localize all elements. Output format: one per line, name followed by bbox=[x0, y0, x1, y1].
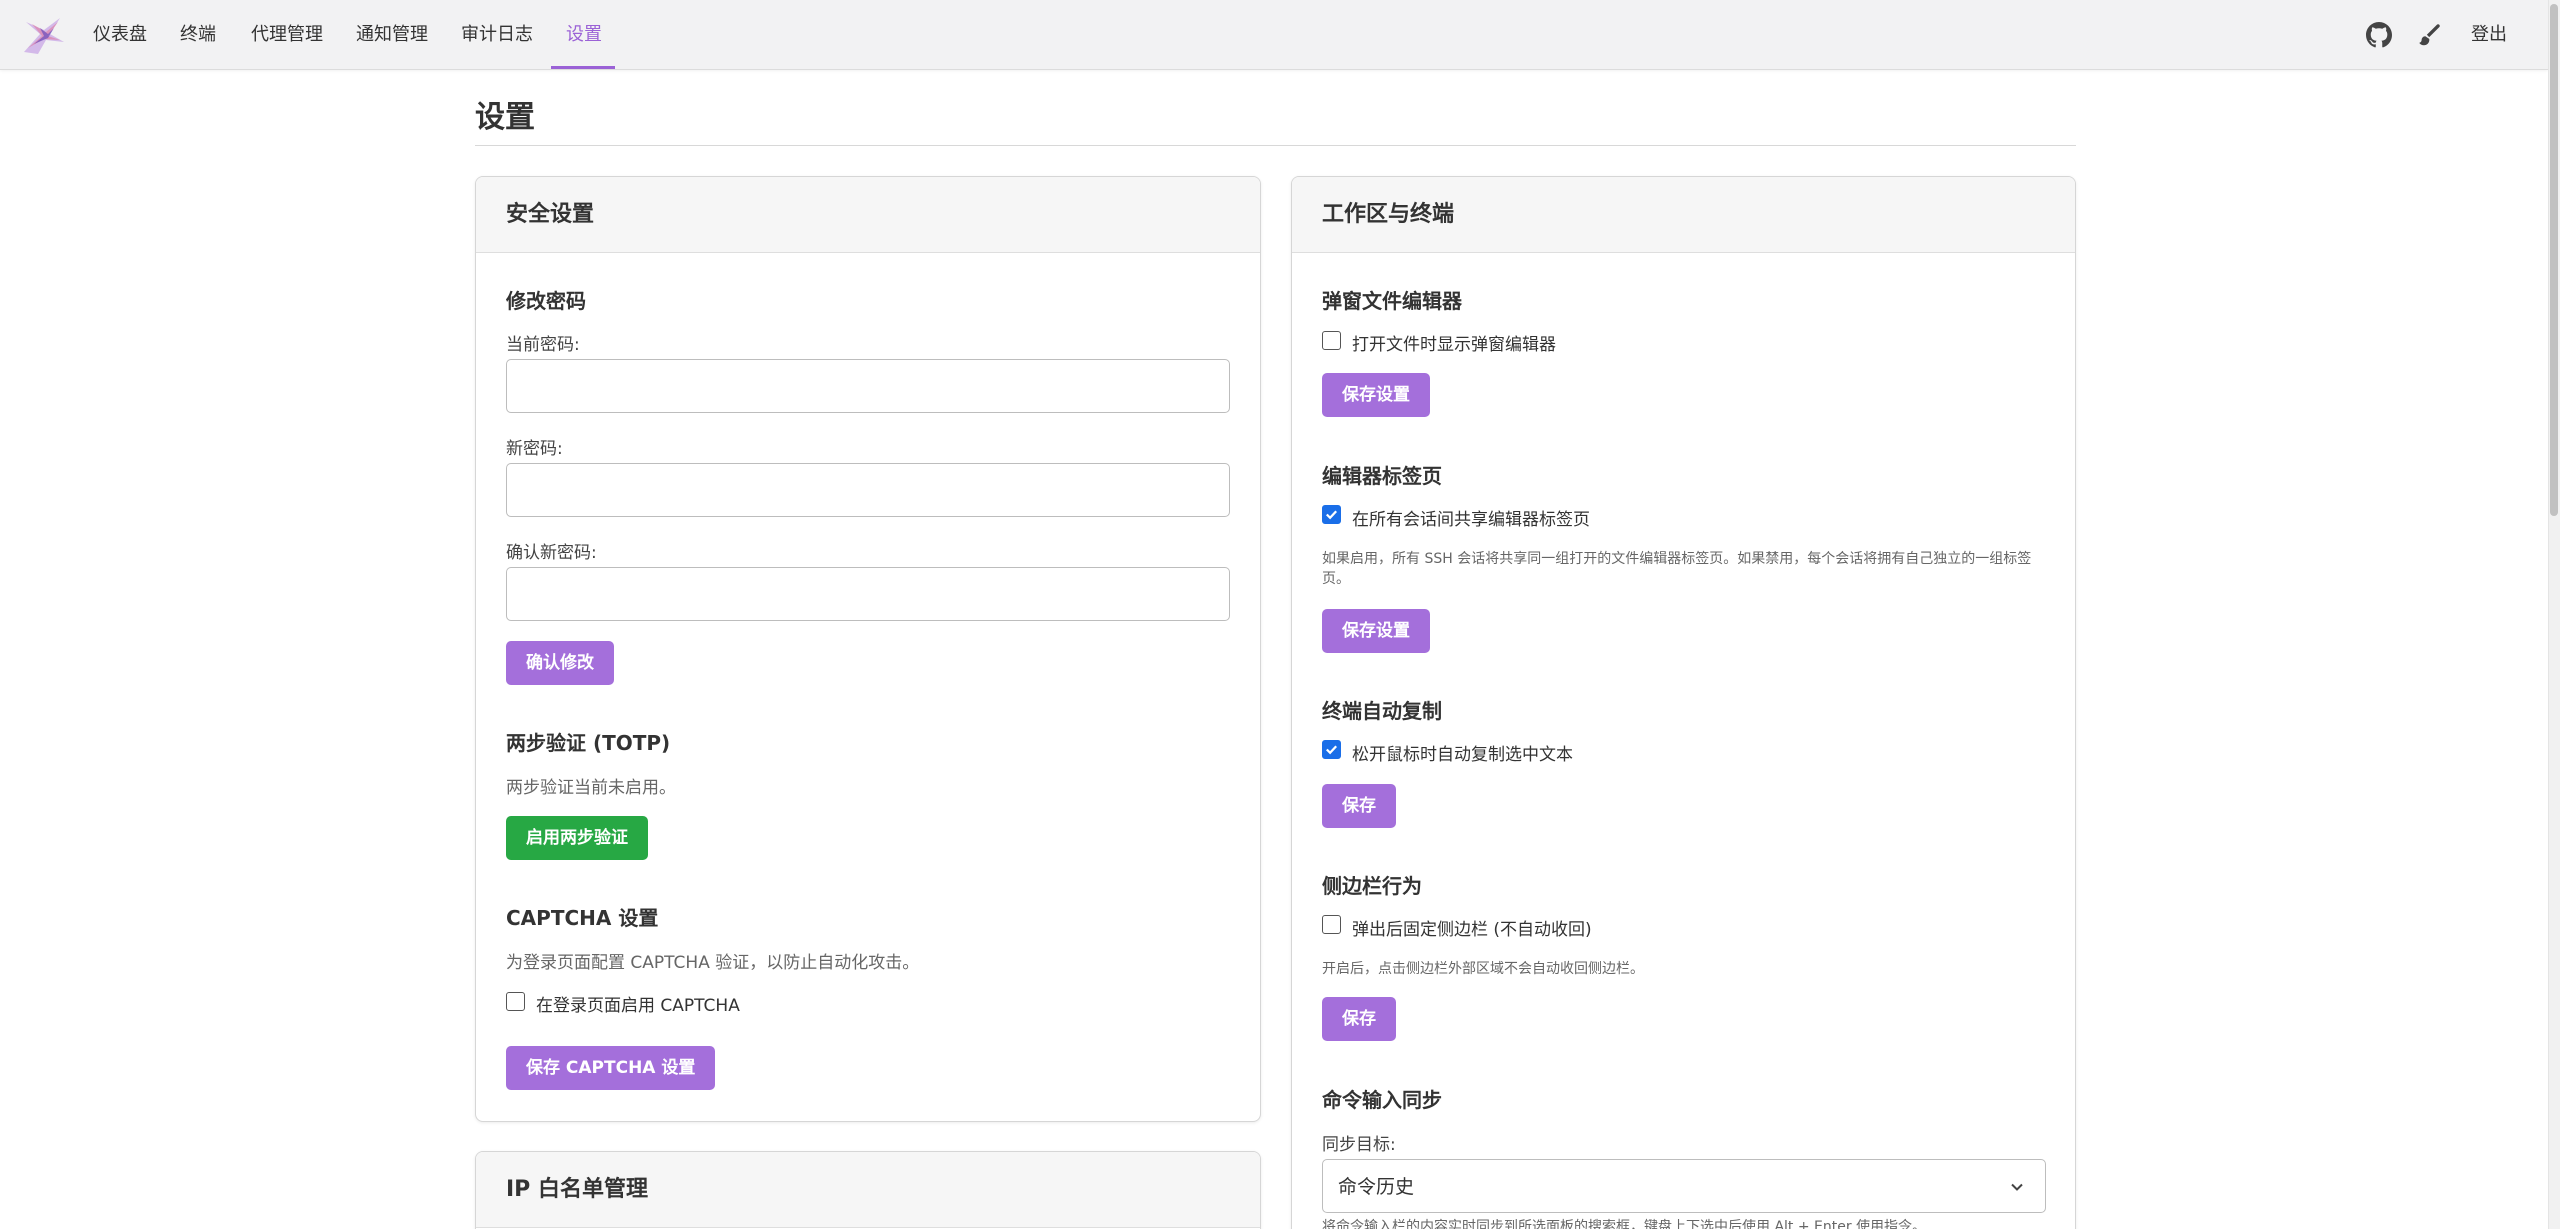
captcha-enable-checkbox[interactable] bbox=[506, 992, 525, 1011]
security-settings-card: 安全设置 修改密码 当前密码: 新密码: 确认新密码: 确认修改 两步验证 (T… bbox=[475, 176, 1261, 1122]
enable-totp-button[interactable]: 启用两步验证 bbox=[506, 816, 648, 860]
logout-link[interactable]: 登出 bbox=[2471, 0, 2507, 70]
save-editor-tabs-button[interactable]: 保存设置 bbox=[1322, 609, 1430, 653]
new-password-input[interactable] bbox=[506, 463, 1230, 517]
card-title: 安全设置 bbox=[506, 202, 595, 227]
save-popup-editor-button[interactable]: 保存设置 bbox=[1322, 373, 1430, 417]
card-title: IP 白名单管理 bbox=[506, 1177, 648, 1202]
captcha-description: 为登录页面配置 CAPTCHA 验证，以防止自动化攻击。 bbox=[506, 953, 920, 973]
auto-copy-title: 终端自动复制 bbox=[1322, 699, 1442, 723]
auto-copy-checkbox[interactable] bbox=[1322, 740, 1341, 759]
top-navbar: 仪表盘 终端 代理管理 通知管理 审计日志 设置 登出 bbox=[0, 0, 2548, 70]
editor-tabs-title: 编辑器标签页 bbox=[1322, 464, 1442, 488]
pin-sidebar-description: 开启后，点击侧边栏外部区域不会自动收回侧边栏。 bbox=[1322, 961, 1644, 977]
share-editor-tabs-description: 如果启用，所有 SSH 会话将共享同一组打开的文件编辑器标签页。如果禁用，每个会… bbox=[1322, 551, 2032, 587]
auto-copy-label[interactable]: 松开鼠标时自动复制选中文本 bbox=[1352, 740, 1573, 765]
command-sync-description: 将命令输入栏的内容实时同步到所选面板的搜索框，键盘上下选中后使用 Alt + E… bbox=[1322, 1219, 1927, 1229]
chevron-down-icon bbox=[2011, 1183, 2023, 1191]
sync-target-value: 命令历史 bbox=[1338, 1176, 1415, 1198]
sync-target-select[interactable]: 命令历史 bbox=[1322, 1159, 2046, 1213]
page-scrollbar-thumb[interactable] bbox=[2550, 4, 2558, 516]
nav-proxy-management[interactable]: 代理管理 bbox=[251, 0, 323, 70]
checkmark-icon bbox=[1326, 510, 1338, 520]
confirm-password-input[interactable] bbox=[506, 567, 1230, 621]
card-title: 工作区与终端 bbox=[1322, 202, 1455, 227]
save-sidebar-button[interactable]: 保存 bbox=[1322, 997, 1396, 1041]
popup-editor-label[interactable]: 打开文件时显示弹窗编辑器 bbox=[1352, 330, 1556, 355]
totp-status-text: 两步验证当前未启用。 bbox=[506, 778, 676, 798]
confirm-password-label: 确认新密码: bbox=[506, 543, 597, 563]
save-auto-copy-button[interactable]: 保存 bbox=[1322, 784, 1396, 828]
share-editor-tabs-checkbox[interactable] bbox=[1322, 505, 1341, 524]
ip-whitelist-card: IP 白名单管理 bbox=[475, 1151, 1261, 1229]
sidebar-behavior-title: 侧边栏行为 bbox=[1322, 874, 1422, 898]
card-header: 安全设置 bbox=[476, 177, 1260, 253]
github-icon[interactable] bbox=[2366, 22, 2392, 48]
sync-target-label: 同步目标: bbox=[1322, 1135, 1396, 1155]
command-sync-title: 命令输入同步 bbox=[1322, 1088, 1442, 1112]
page-title-divider bbox=[475, 145, 2076, 146]
checkmark-icon bbox=[1326, 745, 1338, 755]
pin-sidebar-label[interactable]: 弹出后固定侧边栏 (不自动收回) bbox=[1352, 915, 1592, 940]
share-editor-tabs-label[interactable]: 在所有会话间共享编辑器标签页 bbox=[1352, 505, 1590, 530]
captcha-title: CAPTCHA 设置 bbox=[506, 906, 659, 930]
popup-editor-title: 弹窗文件编辑器 bbox=[1322, 289, 1462, 313]
nav-dashboard[interactable]: 仪表盘 bbox=[93, 0, 147, 70]
paintbrush-icon[interactable] bbox=[2416, 22, 2442, 48]
new-password-label: 新密码: bbox=[506, 439, 563, 459]
nav-active-indicator bbox=[551, 66, 615, 69]
captcha-enable-label[interactable]: 在登录页面启用 CAPTCHA bbox=[536, 991, 740, 1016]
current-password-label: 当前密码: bbox=[506, 335, 580, 355]
pin-sidebar-checkbox[interactable] bbox=[1322, 915, 1341, 934]
change-password-title: 修改密码 bbox=[506, 289, 586, 313]
confirm-change-password-button[interactable]: 确认修改 bbox=[506, 641, 614, 685]
nav-settings[interactable]: 设置 bbox=[566, 0, 602, 70]
card-header: 工作区与终端 bbox=[1292, 177, 2075, 253]
totp-title: 两步验证 (TOTP) bbox=[506, 731, 671, 755]
save-captcha-button[interactable]: 保存 CAPTCHA 设置 bbox=[506, 1046, 716, 1090]
nav-notification-management[interactable]: 通知管理 bbox=[356, 0, 428, 70]
workspace-terminal-card: 工作区与终端 弹窗文件编辑器 打开文件时显示弹窗编辑器 保存设置 编辑器标签页 … bbox=[1291, 176, 2076, 1229]
popup-editor-checkbox[interactable] bbox=[1322, 331, 1341, 350]
nav-terminal[interactable]: 终端 bbox=[180, 0, 216, 70]
nav-audit-log[interactable]: 审计日志 bbox=[461, 0, 533, 70]
app-logo-icon[interactable] bbox=[20, 14, 66, 58]
current-password-input[interactable] bbox=[506, 359, 1230, 413]
card-header: IP 白名单管理 bbox=[476, 1152, 1260, 1228]
page-title: 设置 bbox=[475, 100, 535, 135]
